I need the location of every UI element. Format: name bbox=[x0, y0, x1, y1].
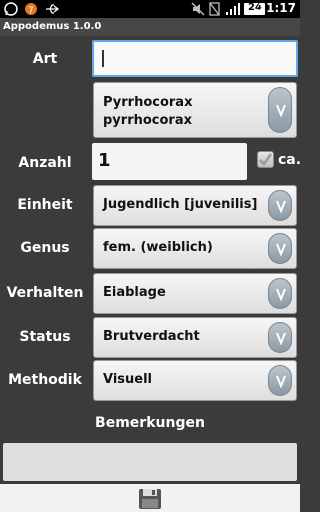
verhalten-dropdown-arrow[interactable] bbox=[268, 278, 292, 309]
verhalten-label: Verhalten bbox=[6, 285, 84, 301]
genus-label: Genus bbox=[20, 240, 70, 256]
chevron-down-icon bbox=[276, 104, 286, 117]
bottom-action-bar bbox=[0, 484, 300, 512]
genus-value: fem. (weiblich) bbox=[103, 240, 213, 255]
art-label: Art bbox=[32, 51, 58, 67]
methodik-dropdown-arrow[interactable] bbox=[268, 365, 292, 396]
bemerkungen-label: Bemerkungen bbox=[95, 415, 205, 431]
app-title: Appodemus 1.0.0 bbox=[0, 18, 300, 36]
ca-checkbox[interactable] bbox=[257, 151, 274, 168]
svg-text:7: 7 bbox=[28, 6, 34, 16]
usb-icon bbox=[46, 4, 60, 14]
sim-icon bbox=[209, 2, 220, 16]
chevron-down-icon bbox=[276, 288, 286, 301]
signal-icon bbox=[226, 3, 240, 15]
checkmark-icon bbox=[259, 153, 273, 166]
species-line-2: pyrrhocorax bbox=[103, 113, 192, 128]
methodik-label: Methodik bbox=[8, 372, 82, 388]
chevron-down-icon bbox=[276, 332, 286, 345]
genus-spinner[interactable]: fem. (weiblich) bbox=[93, 228, 297, 269]
whatsapp-notification-icon bbox=[4, 2, 18, 16]
status-label: Status bbox=[19, 329, 71, 345]
save-icon[interactable] bbox=[138, 488, 162, 510]
verhalten-value: Eiablage bbox=[103, 285, 166, 300]
methodik-spinner[interactable]: Visuell bbox=[93, 360, 297, 401]
art-input[interactable] bbox=[92, 40, 298, 77]
anzahl-input[interactable]: 1 bbox=[92, 143, 247, 180]
methodik-value: Visuell bbox=[103, 372, 153, 387]
status-dropdown-arrow[interactable] bbox=[268, 322, 292, 353]
status-bar: 7 24 21:17 bbox=[0, 0, 300, 18]
einheit-dropdown-arrow[interactable] bbox=[268, 190, 292, 221]
app-notification-icon: 7 bbox=[25, 3, 37, 16]
bemerkungen-input[interactable] bbox=[3, 443, 297, 481]
chevron-down-icon bbox=[276, 375, 286, 388]
status-spinner[interactable]: Brutverdacht bbox=[93, 317, 297, 358]
genus-dropdown-arrow[interactable] bbox=[268, 233, 292, 264]
anzahl-label: Anzahl bbox=[18, 155, 72, 171]
species-spinner[interactable]: Pyrrhocorax pyrrhocorax bbox=[93, 82, 297, 138]
chevron-down-icon bbox=[276, 200, 286, 213]
status-value: Brutverdacht bbox=[103, 329, 200, 344]
clock: 21:17 bbox=[257, 1, 296, 15]
einheit-value: Jugendlich [juvenilis] bbox=[103, 197, 258, 212]
species-dropdown-arrow[interactable] bbox=[268, 87, 292, 133]
einheit-spinner[interactable]: Jugendlich [juvenilis] bbox=[93, 185, 297, 226]
species-line-1: Pyrrhocorax bbox=[103, 95, 193, 110]
einheit-label: Einheit bbox=[17, 197, 73, 213]
ca-label: ca. bbox=[278, 152, 302, 168]
mute-icon bbox=[191, 2, 205, 16]
text-cursor bbox=[102, 50, 104, 67]
verhalten-spinner[interactable]: Eiablage bbox=[93, 273, 297, 314]
chevron-down-icon bbox=[276, 243, 286, 256]
